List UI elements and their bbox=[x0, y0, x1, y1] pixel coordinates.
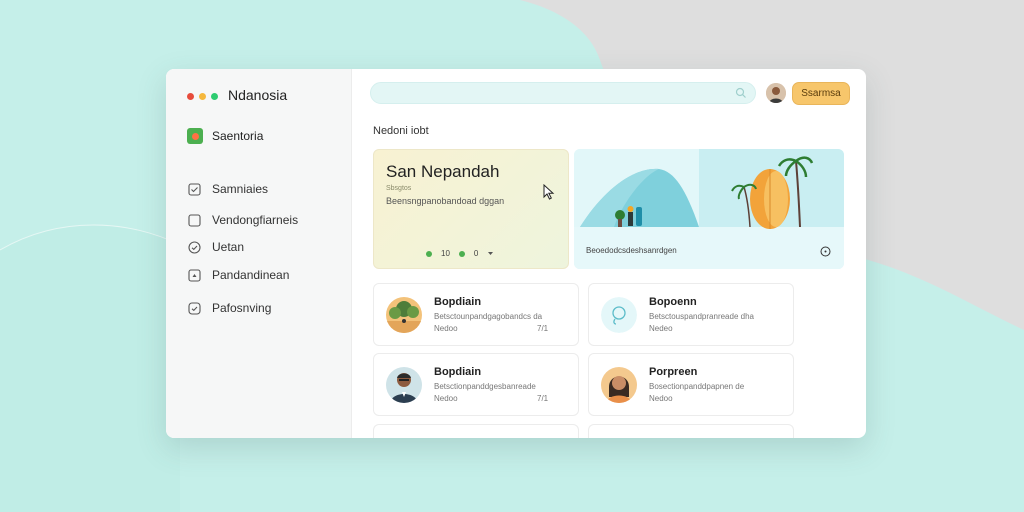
expand-icon bbox=[188, 268, 201, 282]
person-count: 7/1 bbox=[537, 394, 549, 403]
sidebar-item-pandandinean[interactable]: Pandandinean bbox=[188, 268, 289, 282]
workspace-icon bbox=[187, 128, 203, 144]
carousel-dot[interactable] bbox=[458, 250, 465, 257]
sidebar: Ndanosia Saentoria Samniaies Vendongfiar… bbox=[166, 69, 352, 438]
sidebar-item-label: Samniaies bbox=[212, 182, 269, 196]
sidebar-item-label: Vendongfiarneis bbox=[212, 213, 299, 227]
workspace-label[interactable]: Saentoria bbox=[212, 129, 263, 143]
person-card-partial[interactable] bbox=[373, 424, 579, 438]
search-bar bbox=[370, 82, 756, 104]
info-icon[interactable] bbox=[820, 246, 831, 257]
carousel-page-number: 0 bbox=[473, 249, 479, 258]
person-name: Bopdiain bbox=[434, 296, 482, 308]
minimize-window-dot[interactable] bbox=[199, 93, 206, 100]
carousel-controls: 10 0 bbox=[426, 249, 494, 258]
maximize-window-dot[interactable] bbox=[211, 93, 218, 100]
person-name: Bopoenn bbox=[649, 296, 697, 308]
main-content: Ssarmsa Nedoni iobt San Nepandah Sbsgtos… bbox=[352, 69, 866, 438]
featured-card-title: San Nepandah bbox=[386, 162, 500, 181]
app-window: Ndanosia Saentoria Samniaies Vendongfiar… bbox=[166, 69, 866, 438]
person-avatar bbox=[601, 297, 637, 333]
check-circle-icon bbox=[188, 301, 201, 315]
person-avatar bbox=[601, 367, 637, 403]
person-description: Betsctounpandgagobandcs da bbox=[434, 312, 543, 321]
featured-card[interactable]: San Nepandah Sbsgtos Beensngpanobandoad … bbox=[373, 149, 569, 269]
featured-card-subtitle: Beensngpanobandoad dggan bbox=[386, 196, 505, 206]
close-window-dot[interactable] bbox=[187, 93, 194, 100]
carousel-index: 10 bbox=[441, 249, 450, 258]
search-icon[interactable] bbox=[735, 87, 747, 99]
person-description: Betsctionpanddgesbanreade bbox=[434, 382, 536, 391]
window-controls bbox=[187, 93, 218, 100]
person-card-partial[interactable] bbox=[588, 424, 794, 438]
person-description: Bosectionpanddpapnen de bbox=[649, 382, 745, 391]
person-card[interactable]: Bopdiain Betsctounpandgagobandcs da Nedo… bbox=[373, 283, 579, 346]
person-card[interactable]: Bopoenn Betsctouspandpranreade dha Nedeo bbox=[588, 283, 794, 346]
person-meta: Nedeo bbox=[649, 324, 673, 333]
person-card[interactable]: Porpreen Bosectionpanddpapnen de Nedoo bbox=[588, 353, 794, 416]
sidebar-item-pafosnving[interactable]: Pafosnving bbox=[188, 301, 271, 315]
sidebar-item-samniaies[interactable]: Samniaies bbox=[188, 182, 268, 196]
person-meta: Nedoo bbox=[649, 394, 673, 403]
person-meta: Nedoo bbox=[434, 324, 458, 333]
sidebar-item-label: Pandandinean bbox=[212, 268, 290, 282]
app-title: Ndanosia bbox=[228, 87, 288, 103]
sidebar-item-label: Uetan bbox=[212, 240, 245, 254]
chevron-down-icon[interactable] bbox=[487, 250, 494, 257]
user-avatar-image bbox=[766, 83, 786, 103]
search-input[interactable] bbox=[371, 83, 735, 103]
checkbox-checked-icon bbox=[188, 182, 201, 196]
banner-card[interactable]: Beoedodcsdeshsanrdgen bbox=[574, 149, 844, 269]
person-meta: Nedoo bbox=[434, 394, 458, 403]
section-title: Nedoni iobt bbox=[373, 125, 429, 137]
person-name: Bopdiain bbox=[434, 366, 482, 378]
sidebar-item-label: Pafosnving bbox=[212, 301, 272, 315]
sidebar-item-uetan[interactable]: Uetan bbox=[188, 240, 244, 254]
person-avatar bbox=[386, 367, 422, 403]
banner-caption: Beoedodcsdeshsanrdgen bbox=[586, 246, 677, 255]
person-name: Porpreen bbox=[649, 366, 698, 378]
check-circle-icon bbox=[188, 240, 201, 254]
header-action-button[interactable]: Ssarmsa bbox=[792, 82, 850, 105]
person-description: Betsctouspandpranreade dha bbox=[649, 312, 754, 321]
person-count: 7/1 bbox=[537, 324, 549, 333]
cursor-icon bbox=[543, 184, 555, 200]
person-card[interactable]: Bopdiain Betsctionpanddgesbanreade Nedoo… bbox=[373, 353, 579, 416]
featured-card-tag: Sbsgtos bbox=[386, 185, 412, 192]
person-avatar bbox=[386, 297, 422, 333]
carousel-dot-active[interactable] bbox=[426, 250, 432, 257]
checkbox-icon bbox=[188, 213, 201, 227]
user-avatar[interactable] bbox=[766, 83, 786, 103]
sidebar-item-vendongfiarneis[interactable]: Vendongfiarneis bbox=[188, 213, 298, 227]
